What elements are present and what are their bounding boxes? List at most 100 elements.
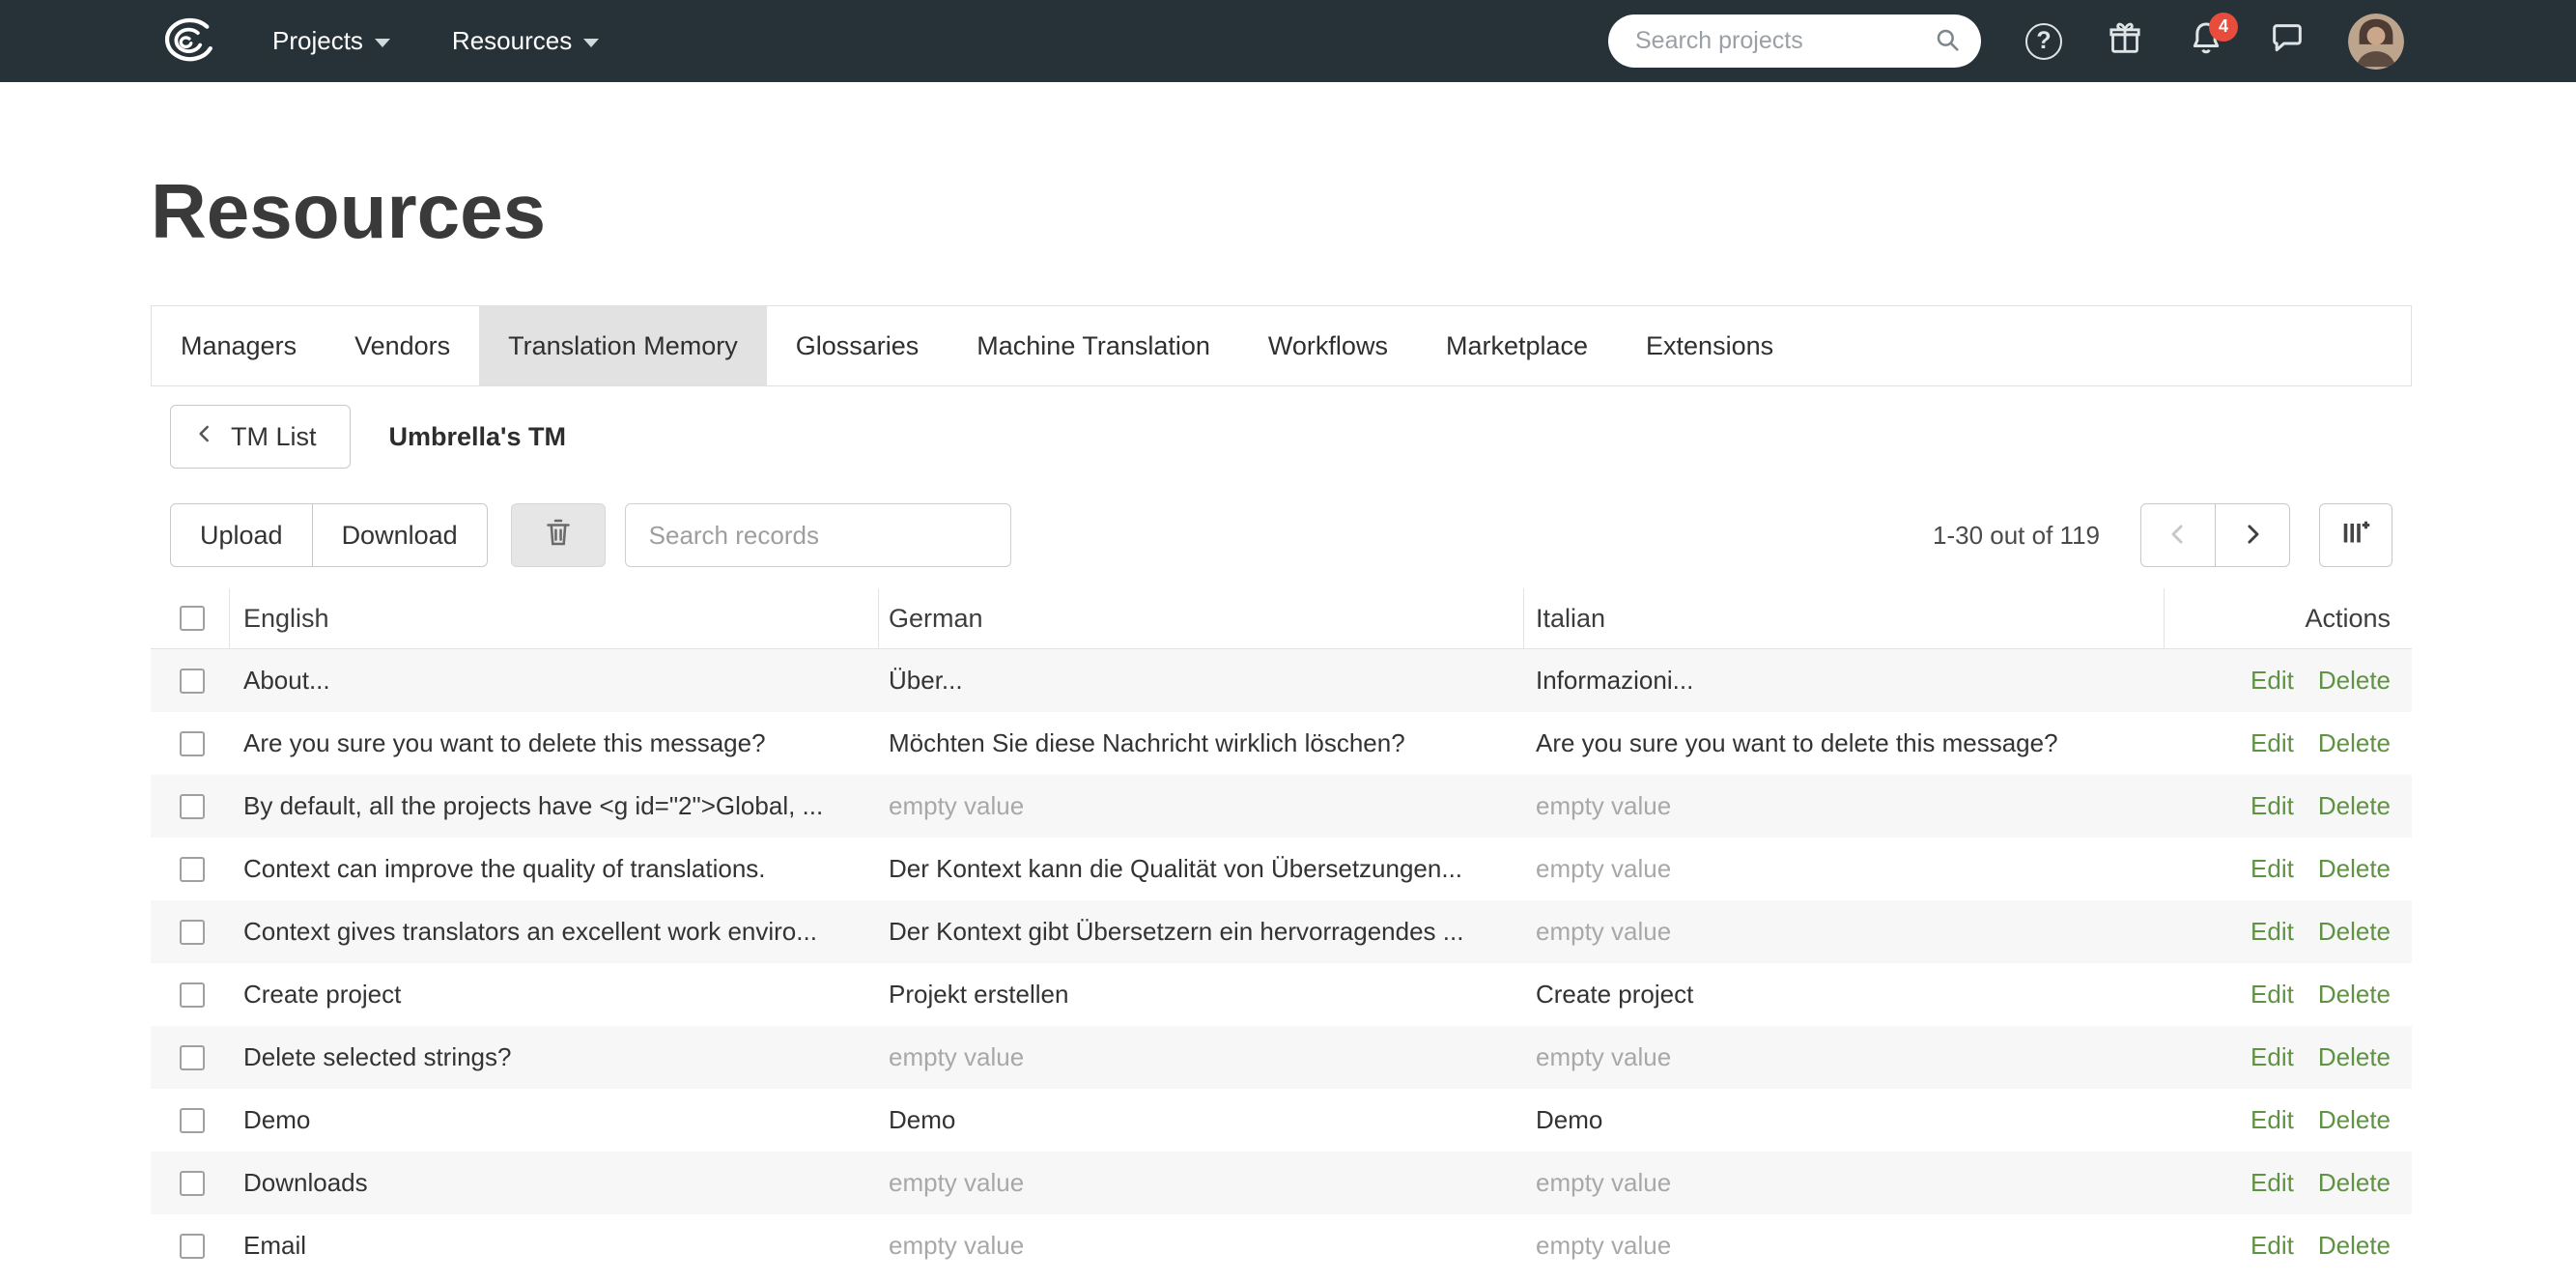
tabs: ManagersVendorsTranslation MemoryGlossar… bbox=[151, 305, 2412, 386]
actions-cell: Edit Delete bbox=[2165, 980, 2412, 1010]
back-button-label: TM List bbox=[231, 422, 317, 452]
nav-resources[interactable]: Resources bbox=[452, 26, 599, 56]
tab-machine-translation[interactable]: Machine Translation bbox=[948, 306, 1239, 385]
pager bbox=[2140, 503, 2290, 567]
delete-link[interactable]: Delete bbox=[2318, 1105, 2391, 1135]
row-checkbox[interactable] bbox=[180, 1108, 205, 1133]
header-italian: Italian bbox=[1524, 588, 2165, 648]
search-projects-input[interactable] bbox=[1608, 14, 1981, 68]
tab-marketplace[interactable]: Marketplace bbox=[1417, 306, 1617, 385]
edit-link[interactable]: Edit bbox=[2250, 791, 2294, 821]
row-checkbox-cell bbox=[151, 1045, 230, 1070]
edit-link[interactable]: Edit bbox=[2250, 1231, 2294, 1261]
chevron-right-icon bbox=[2238, 520, 2267, 552]
row-checkbox[interactable] bbox=[180, 669, 205, 694]
row-checkbox[interactable] bbox=[180, 1045, 205, 1070]
italian-cell: Are you sure you want to delete this mes… bbox=[1524, 728, 2165, 758]
next-page-button[interactable] bbox=[2215, 503, 2290, 567]
notifications-button[interactable]: 4 bbox=[2186, 21, 2226, 62]
columns-icon bbox=[2338, 515, 2373, 556]
gift-icon bbox=[2106, 19, 2144, 63]
delete-selected-button[interactable] bbox=[511, 503, 606, 567]
english-cell: Context gives translators an excellent w… bbox=[230, 917, 879, 947]
edit-link[interactable]: Edit bbox=[2250, 980, 2294, 1010]
tab-translation-memory[interactable]: Translation Memory bbox=[479, 306, 767, 385]
toolbar: Upload Download 1-30 out of 119 bbox=[151, 502, 2412, 568]
edit-link[interactable]: Edit bbox=[2250, 1042, 2294, 1072]
english-cell: Downloads bbox=[230, 1168, 879, 1198]
tab-vendors[interactable]: Vendors bbox=[326, 306, 479, 385]
upload-download-group: Upload Download bbox=[170, 503, 488, 567]
italian-cell: Demo bbox=[1524, 1105, 2165, 1135]
select-all-checkbox[interactable] bbox=[180, 606, 205, 631]
breadcrumb: TM List Umbrella's TM bbox=[151, 404, 2412, 470]
actions-cell: Edit Delete bbox=[2165, 854, 2412, 884]
trash-icon bbox=[541, 515, 576, 556]
actions-cell: Edit Delete bbox=[2165, 1105, 2412, 1135]
row-checkbox[interactable] bbox=[180, 982, 205, 1008]
german-cell: Projekt erstellen bbox=[879, 980, 1524, 1010]
german-cell: Über... bbox=[879, 666, 1524, 696]
delete-link[interactable]: Delete bbox=[2318, 854, 2391, 884]
delete-link[interactable]: Delete bbox=[2318, 791, 2391, 821]
german-cell: empty value bbox=[879, 791, 1524, 821]
actions-cell: Edit Delete bbox=[2165, 1231, 2412, 1261]
header-actions: Actions bbox=[2165, 588, 2412, 648]
chevron-left-icon bbox=[2164, 520, 2193, 552]
tab-managers[interactable]: Managers bbox=[152, 306, 326, 385]
main-nav: Projects Resources bbox=[272, 26, 599, 56]
tab-workflows[interactable]: Workflows bbox=[1239, 306, 1417, 385]
caret-down-icon bbox=[583, 39, 599, 47]
edit-link[interactable]: Edit bbox=[2250, 917, 2294, 947]
edit-link[interactable]: Edit bbox=[2250, 1105, 2294, 1135]
row-checkbox[interactable] bbox=[180, 920, 205, 945]
german-cell: Möchten Sie diese Nachricht wirklich lös… bbox=[879, 728, 1524, 758]
table-row: Create projectProjekt erstellenCreate pr… bbox=[151, 963, 2412, 1026]
topbar-icons: ? 4 bbox=[2024, 14, 2404, 70]
row-checkbox-cell bbox=[151, 794, 230, 819]
delete-link[interactable]: Delete bbox=[2318, 1231, 2391, 1261]
table-row: Delete selected strings?empty valueempty… bbox=[151, 1026, 2412, 1089]
row-checkbox[interactable] bbox=[180, 731, 205, 756]
delete-link[interactable]: Delete bbox=[2318, 917, 2391, 947]
messages-button[interactable] bbox=[2267, 21, 2307, 62]
notification-badge: 4 bbox=[2209, 13, 2238, 42]
edit-link[interactable]: Edit bbox=[2250, 728, 2294, 758]
tm-list-back-button[interactable]: TM List bbox=[170, 405, 351, 469]
help-button[interactable]: ? bbox=[2024, 21, 2064, 62]
tab-glossaries[interactable]: Glossaries bbox=[767, 306, 948, 385]
row-checkbox-cell bbox=[151, 920, 230, 945]
row-checkbox[interactable] bbox=[180, 1171, 205, 1196]
german-cell: empty value bbox=[879, 1168, 1524, 1198]
search-icon[interactable] bbox=[1933, 25, 1964, 61]
english-cell: About... bbox=[230, 666, 879, 696]
user-avatar[interactable] bbox=[2348, 14, 2404, 70]
edit-link[interactable]: Edit bbox=[2250, 1168, 2294, 1198]
tab-extensions[interactable]: Extensions bbox=[1617, 306, 1802, 385]
table-header: English German Italian Actions bbox=[151, 588, 2412, 649]
columns-button[interactable] bbox=[2319, 503, 2392, 567]
delete-link[interactable]: Delete bbox=[2318, 1042, 2391, 1072]
gift-button[interactable] bbox=[2105, 21, 2145, 62]
delete-link[interactable]: Delete bbox=[2318, 980, 2391, 1010]
app-logo-icon[interactable] bbox=[155, 16, 218, 67]
english-cell: Context can improve the quality of trans… bbox=[230, 854, 879, 884]
edit-link[interactable]: Edit bbox=[2250, 666, 2294, 696]
upload-button[interactable]: Upload bbox=[170, 503, 313, 567]
row-checkbox[interactable] bbox=[180, 794, 205, 819]
download-button[interactable]: Download bbox=[312, 503, 488, 567]
german-cell: empty value bbox=[879, 1231, 1524, 1261]
search-records-input[interactable] bbox=[625, 503, 1011, 567]
row-checkbox[interactable] bbox=[180, 1234, 205, 1259]
row-checkbox[interactable] bbox=[180, 857, 205, 882]
delete-link[interactable]: Delete bbox=[2318, 666, 2391, 696]
edit-link[interactable]: Edit bbox=[2250, 854, 2294, 884]
current-tm-name: Umbrella's TM bbox=[389, 422, 566, 452]
delete-link[interactable]: Delete bbox=[2318, 1168, 2391, 1198]
nav-projects[interactable]: Projects bbox=[272, 26, 390, 56]
prev-page-button[interactable] bbox=[2140, 503, 2216, 567]
english-cell: Email bbox=[230, 1231, 879, 1261]
topbar: Projects Resources ? bbox=[0, 0, 2576, 82]
delete-link[interactable]: Delete bbox=[2318, 728, 2391, 758]
table-body: About...Über...Informazioni...EditDelete… bbox=[151, 649, 2412, 1277]
